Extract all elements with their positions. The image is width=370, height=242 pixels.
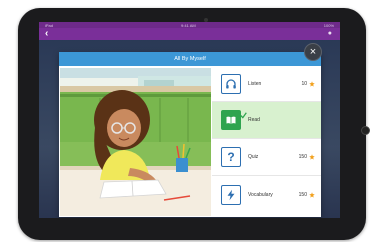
girl-reading-illustration bbox=[60, 68, 211, 216]
microphone-icon[interactable]: ● bbox=[328, 30, 332, 37]
app-screen: iPad 9:41 AM 100% ‹ ● All By Myself List… bbox=[39, 22, 340, 218]
close-icon: × bbox=[309, 46, 317, 58]
app-bar: ‹ ● bbox=[39, 28, 340, 40]
points-value: 10 bbox=[301, 80, 307, 87]
book-cover-illustration bbox=[60, 68, 211, 216]
status-battery: 100% bbox=[323, 22, 334, 28]
question-icon: ? bbox=[221, 147, 241, 167]
home-button[interactable] bbox=[361, 126, 370, 135]
points-value: 150 bbox=[298, 154, 307, 160]
activity-modal: All By Myself Listen 10 Read ? Quiz 150 … bbox=[59, 52, 321, 217]
menu-item-label: Read bbox=[248, 117, 260, 123]
menu-item-read[interactable]: Read bbox=[212, 102, 321, 139]
activity-menu: Listen 10 Read ? Quiz 150 Vocabulary 150 bbox=[212, 66, 321, 217]
menu-item-label: Listen bbox=[248, 80, 262, 87]
menu-item-listen[interactable]: Listen 10 bbox=[212, 66, 321, 102]
star-icon bbox=[309, 192, 315, 198]
points-value: 150 bbox=[298, 192, 307, 198]
star-icon bbox=[309, 154, 315, 160]
menu-item-label: Quiz bbox=[248, 154, 259, 160]
status-carrier: iPad bbox=[45, 22, 54, 28]
menu-item-label: Vocabulary bbox=[248, 192, 273, 198]
headphones-icon bbox=[221, 73, 241, 94]
close-button[interactable]: × bbox=[304, 43, 322, 61]
status-time: 9:41 AM bbox=[181, 22, 196, 28]
menu-item-vocabulary[interactable]: Vocabulary 150 bbox=[212, 176, 321, 214]
checkmark-icon bbox=[240, 112, 247, 119]
menu-item-quiz[interactable]: ? Quiz 150 bbox=[212, 139, 321, 176]
star-icon bbox=[309, 80, 315, 87]
back-icon[interactable]: ‹ bbox=[45, 29, 48, 39]
book-icon bbox=[221, 110, 247, 130]
lightning-icon bbox=[221, 185, 241, 205]
modal-title: All By Myself bbox=[59, 52, 321, 66]
